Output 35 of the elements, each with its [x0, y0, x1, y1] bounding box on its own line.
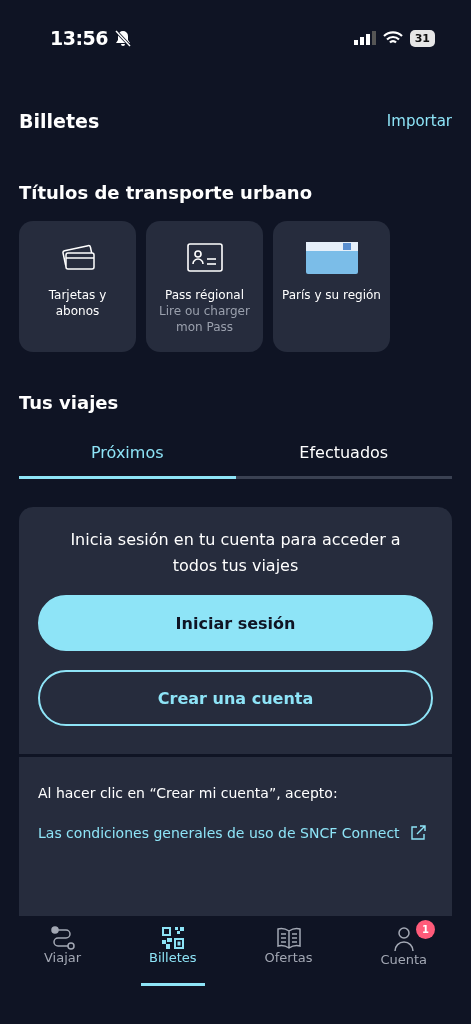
import-link[interactable]: Importar [386, 112, 452, 130]
route-icon [49, 926, 76, 950]
wifi-icon [382, 31, 403, 45]
section-title: Tus viajes [19, 392, 120, 413]
notification-badge: 1 [416, 920, 436, 939]
tile-title: París y su región [281, 287, 382, 303]
tile-title: Pass régional [164, 287, 245, 303]
login-button[interactable]: Iniciar sesión [38, 595, 433, 651]
terms-link[interactable]: Las condiciones generales de uso de SNCF Connect [38, 825, 433, 841]
tile-subtitle: Lire ou charger mon Pass [158, 303, 251, 335]
terms-intro: Al hacer clic en “Crear mi cuenta”, acepto: [38, 785, 339, 801]
create-account-button[interactable]: Crear una cuenta [38, 670, 433, 726]
section-title: Títulos de transporte urbano [19, 182, 313, 203]
signal-icon [353, 31, 376, 45]
id-card-icon [184, 241, 225, 275]
nav-tab[interactable]: Billetes [140, 920, 205, 986]
trips-tab[interactable]: Efectuados [235, 433, 452, 479]
bell-off-icon [115, 29, 131, 47]
login-message: Inicia sesión en tu cuenta para acceder a todos tus viajes [69, 529, 402, 577]
nav-tab[interactable]: Cuenta 1 [372, 920, 436, 986]
trips-tab[interactable]: Próximos [19, 433, 236, 479]
transit-card-icon [304, 241, 359, 275]
book-icon [275, 926, 302, 950]
nav-tab[interactable]: Ofertas [256, 920, 321, 986]
battery-level: 31 [409, 29, 435, 47]
user-icon [392, 926, 415, 952]
qr-code-icon [160, 926, 185, 950]
status-time: 13:56 [50, 27, 108, 49]
page-title: Billetes [19, 110, 100, 132]
external-link-icon [409, 825, 426, 841]
ticket-tile[interactable]: Tarjetas y abonos [19, 221, 136, 352]
ticket-tile[interactable]: París y su región [273, 221, 390, 352]
tile-title: Tarjetas y abonos [47, 287, 108, 319]
nav-tab[interactable]: Viajar [35, 920, 90, 986]
ticket-tile[interactable]: Pass régional Lire ou charger mon Pass [146, 221, 263, 352]
